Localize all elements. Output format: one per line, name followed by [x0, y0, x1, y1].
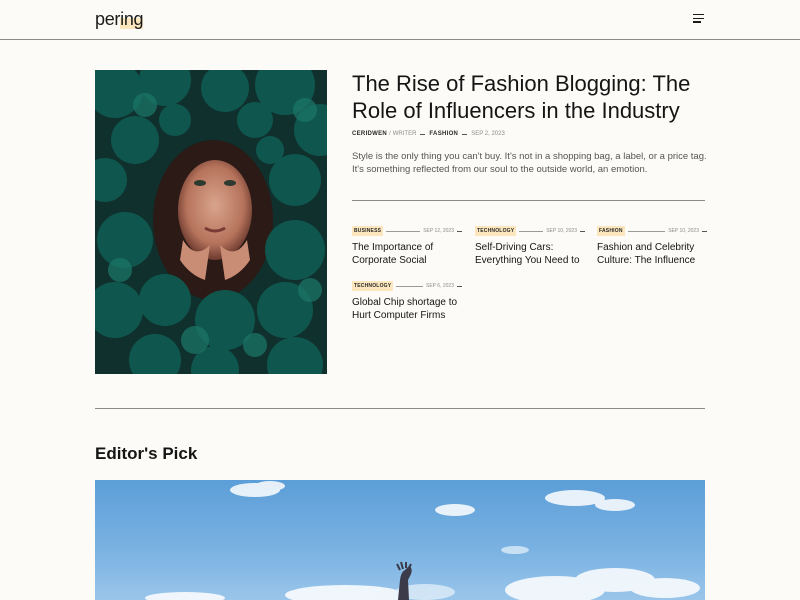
post-date: SEP 10, 2023	[546, 228, 577, 234]
post-title[interactable]: Self-Driving Cars: Everything You Need t…	[475, 242, 587, 267]
featured-image[interactable]	[95, 70, 327, 374]
post-card[interactable]: FASHION SEP 10, 2023 Fashion and Celebri…	[597, 226, 707, 267]
category-tag[interactable]: TECHNOLOGY	[352, 281, 394, 291]
post-title[interactable]: The Importance of Corporate Social	[352, 242, 464, 267]
logo-text: per	[95, 9, 121, 29]
post-date: SEP 6, 2023	[426, 283, 454, 289]
featured-meta: CERIDWEN / WRITER FASHION SEP 2, 2023	[352, 131, 505, 137]
editors-pick-heading: Editor's Pick	[95, 444, 198, 463]
category-tag[interactable]: BUSINESS	[352, 226, 384, 236]
meta-dash	[462, 133, 468, 135]
post-card[interactable]: BUSINESS SEP 12, 2023 The Importance of …	[352, 226, 462, 267]
post-date: SEP 10, 2023	[668, 228, 699, 234]
author-role: WRITER	[392, 131, 417, 137]
featured-image-illustration	[95, 70, 327, 374]
featured-title[interactable]: The Rise of Fashion Blogging: The Role o…	[352, 70, 712, 124]
post-title[interactable]: Global Chip shortage to Hurt Computer Fi…	[352, 297, 464, 322]
section-divider	[95, 408, 705, 409]
site-header: pering	[0, 0, 800, 40]
post-date: SEP 12, 2023	[423, 228, 454, 234]
sky-illustration	[145, 481, 700, 600]
site-logo[interactable]: pering	[95, 9, 144, 30]
divider	[352, 200, 705, 201]
hamburger-menu-icon[interactable]	[693, 14, 704, 24]
meta-dash	[420, 133, 426, 135]
logo-highlight: ing	[120, 9, 144, 29]
post-title[interactable]: Fashion and Celebrity Culture: The Influ…	[597, 242, 709, 267]
post-card[interactable]: TECHNOLOGY SEP 6, 2023 Global Chip short…	[352, 281, 462, 322]
featured-date: SEP 2, 2023	[471, 131, 505, 137]
author-name[interactable]: CERIDWEN	[352, 131, 387, 137]
category-tag[interactable]: TECHNOLOGY	[475, 226, 517, 236]
featured-excerpt: Style is the only thing you can't buy. I…	[352, 151, 707, 175]
editors-pick-image[interactable]	[95, 480, 705, 600]
category-link[interactable]: FASHION	[429, 131, 458, 137]
category-tag[interactable]: FASHION	[597, 226, 625, 236]
post-card[interactable]: TECHNOLOGY SEP 10, 2023 Self-Driving Car…	[475, 226, 585, 267]
